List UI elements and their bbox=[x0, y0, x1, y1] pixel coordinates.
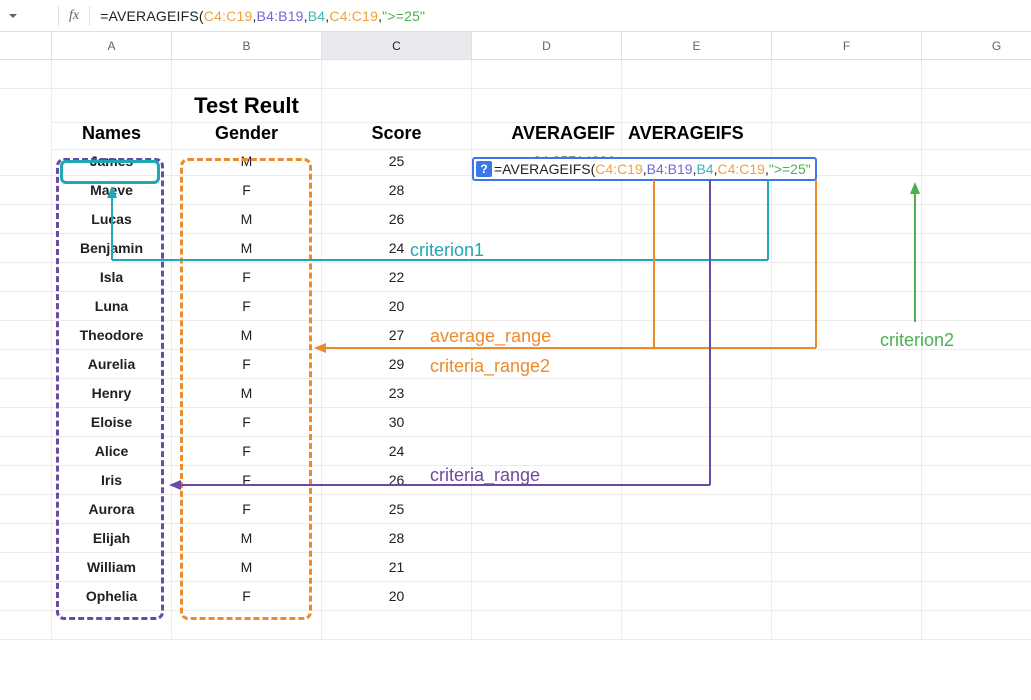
rows: Test Reult Names Gender Score AVERAGEIF … bbox=[0, 60, 1031, 640]
column-headers: A B C D E F G bbox=[0, 32, 1031, 60]
formula-fn: =AVERAGEIFS( bbox=[100, 8, 204, 24]
formula-string: ">=25" bbox=[382, 8, 425, 24]
col-header[interactable]: E bbox=[622, 32, 772, 59]
col-header[interactable]: F bbox=[772, 32, 922, 59]
formula-range2: B4:B19 bbox=[257, 8, 304, 24]
fx-label: fx bbox=[69, 8, 79, 24]
formula-bar: fx =AVERAGEIFS(C4:C19,B4:B19,B4,C4:C19,"… bbox=[0, 0, 1031, 32]
col-header[interactable]: G bbox=[922, 32, 1031, 59]
divider bbox=[89, 6, 90, 26]
col-header-selected[interactable]: C bbox=[322, 32, 472, 59]
col-header[interactable]: D bbox=[472, 32, 622, 59]
formula-input[interactable]: =AVERAGEIFS(C4:C19,B4:B19,B4,C4:C19,">=2… bbox=[100, 8, 425, 24]
annotation-arrows bbox=[0, 60, 1031, 700]
name-box[interactable] bbox=[8, 11, 48, 21]
formula-range4: C4:C19 bbox=[329, 8, 378, 24]
col-header[interactable]: A bbox=[52, 32, 172, 59]
divider bbox=[58, 6, 59, 26]
col-header[interactable]: B bbox=[172, 32, 322, 59]
formula-range1: C4:C19 bbox=[204, 8, 253, 24]
formula-range3: B4 bbox=[308, 8, 326, 24]
spreadsheet[interactable]: A B C D E F G Test Reult Names Gender Sc… bbox=[0, 32, 1031, 640]
chevron-down-icon bbox=[8, 11, 18, 21]
select-all-corner[interactable] bbox=[0, 32, 52, 59]
